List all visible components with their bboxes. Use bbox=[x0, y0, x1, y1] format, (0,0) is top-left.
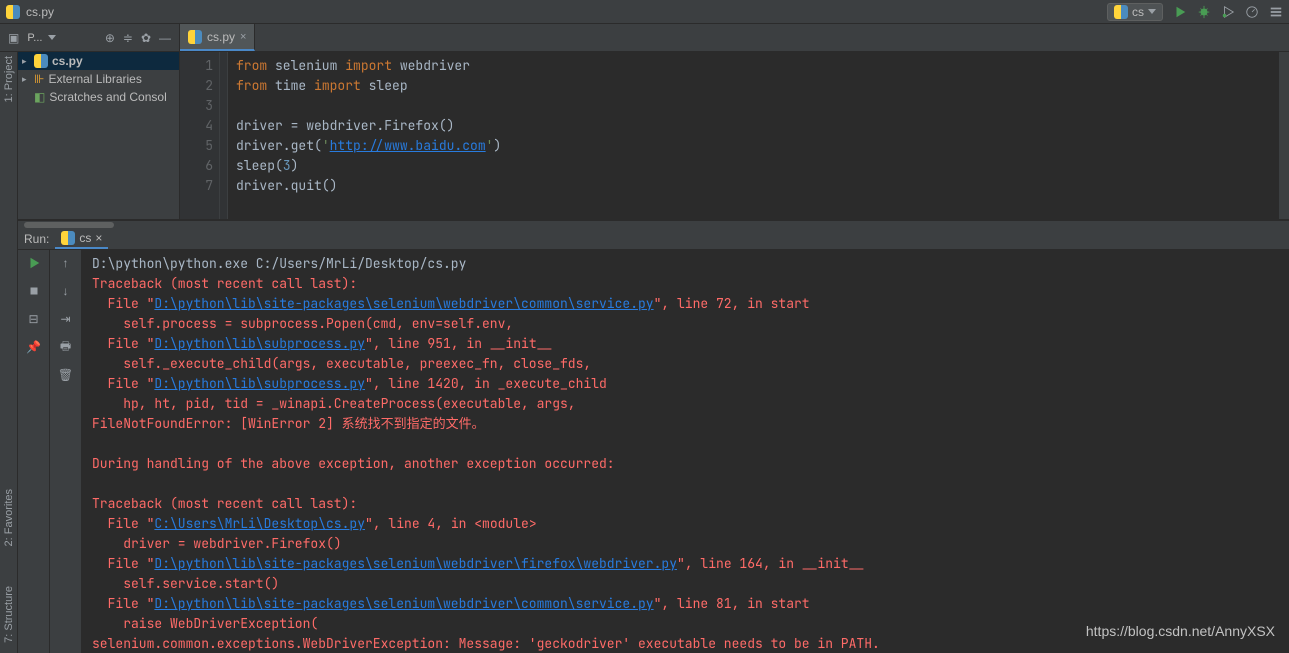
run-icon[interactable] bbox=[1173, 5, 1187, 19]
tree-label: External Libraries bbox=[48, 72, 141, 86]
more-icon[interactable] bbox=[1269, 5, 1283, 19]
watermark: https://blog.csdn.net/AnnyXSX bbox=[1086, 623, 1275, 639]
tree-hscroll[interactable] bbox=[18, 220, 1289, 228]
print-icon[interactable]: 🖶 bbox=[59, 340, 73, 354]
coverage-icon[interactable] bbox=[1221, 5, 1235, 19]
editor-scrollbar[interactable] bbox=[1279, 52, 1289, 219]
code-area[interactable]: from selenium import webdriverfrom time … bbox=[228, 52, 1279, 219]
stop-icon[interactable] bbox=[27, 284, 41, 298]
python-icon bbox=[1114, 5, 1128, 19]
tree-label: cs.py bbox=[52, 54, 83, 68]
python-file-icon bbox=[6, 5, 20, 19]
delete-icon[interactable]: 🗑 bbox=[59, 368, 73, 382]
layout-icon[interactable]: ⊟ bbox=[27, 312, 41, 326]
debug-icon[interactable] bbox=[1197, 5, 1211, 19]
console-output[interactable]: D:\python\python.exe C:/Users/MrLi/Deskt… bbox=[82, 250, 1289, 653]
code-editor[interactable]: 1234567 from selenium import webdriverfr… bbox=[180, 52, 1289, 219]
rerun-icon[interactable] bbox=[27, 256, 41, 270]
close-icon[interactable]: × bbox=[95, 231, 102, 245]
scratch-icon: ◧ bbox=[34, 90, 45, 104]
tree-expand-icon[interactable]: ▸ bbox=[22, 74, 30, 85]
sidebar-tab-project[interactable]: 1: Project bbox=[3, 56, 15, 102]
tree-item-scratches[interactable]: ◧ Scratches and Consol bbox=[18, 88, 179, 106]
close-icon[interactable]: × bbox=[240, 31, 246, 43]
chevron-down-icon[interactable] bbox=[48, 35, 56, 40]
project-tree[interactable]: ▸ cs.py ▸ ⊪ External Libraries ◧ Scratch… bbox=[18, 52, 180, 219]
tab-label: cs.py bbox=[207, 30, 235, 44]
tree-item-libs[interactable]: ▸ ⊪ External Libraries bbox=[18, 70, 179, 88]
library-icon: ⊪ bbox=[34, 72, 44, 86]
breadcrumb-filename: cs.py bbox=[26, 5, 54, 19]
locate-icon[interactable]: ⊕ bbox=[105, 31, 115, 45]
python-file-icon bbox=[34, 54, 48, 68]
run-config-selector[interactable]: cs bbox=[1107, 3, 1163, 21]
run-config-name: cs bbox=[1132, 5, 1144, 19]
project-view-icon[interactable]: ▣ bbox=[8, 31, 19, 45]
python-icon bbox=[61, 231, 75, 245]
chevron-down-icon bbox=[1148, 9, 1156, 14]
run-tab-label: cs bbox=[79, 231, 91, 245]
hide-icon[interactable]: — bbox=[159, 31, 171, 45]
run-panel-title: Run: bbox=[24, 232, 49, 246]
tree-label: Scratches and Consol bbox=[49, 90, 166, 104]
tree-expand-icon[interactable]: ▸ bbox=[22, 56, 30, 67]
fold-gutter bbox=[220, 52, 228, 219]
up-icon[interactable]: ↑ bbox=[59, 256, 73, 270]
collapse-icon[interactable]: ≑ bbox=[123, 31, 133, 45]
down-icon[interactable]: ↓ bbox=[59, 284, 73, 298]
line-gutter: 1234567 bbox=[180, 52, 220, 219]
sidebar-tab-structure[interactable]: 7: Structure bbox=[3, 586, 15, 643]
gear-icon[interactable]: ✿ bbox=[141, 31, 151, 45]
profile-icon[interactable] bbox=[1245, 5, 1259, 19]
run-tab[interactable]: cs × bbox=[55, 229, 108, 249]
sidebar-tab-favorites[interactable]: 2: Favorites bbox=[3, 489, 15, 546]
editor-tab[interactable]: cs.py × bbox=[180, 24, 255, 51]
pin-icon[interactable]: 📌 bbox=[27, 340, 41, 354]
tree-item-file[interactable]: ▸ cs.py bbox=[18, 52, 179, 70]
wrap-icon[interactable]: ⇥ bbox=[59, 312, 73, 326]
project-panel-label: P... bbox=[27, 32, 42, 44]
python-file-icon bbox=[188, 30, 202, 44]
